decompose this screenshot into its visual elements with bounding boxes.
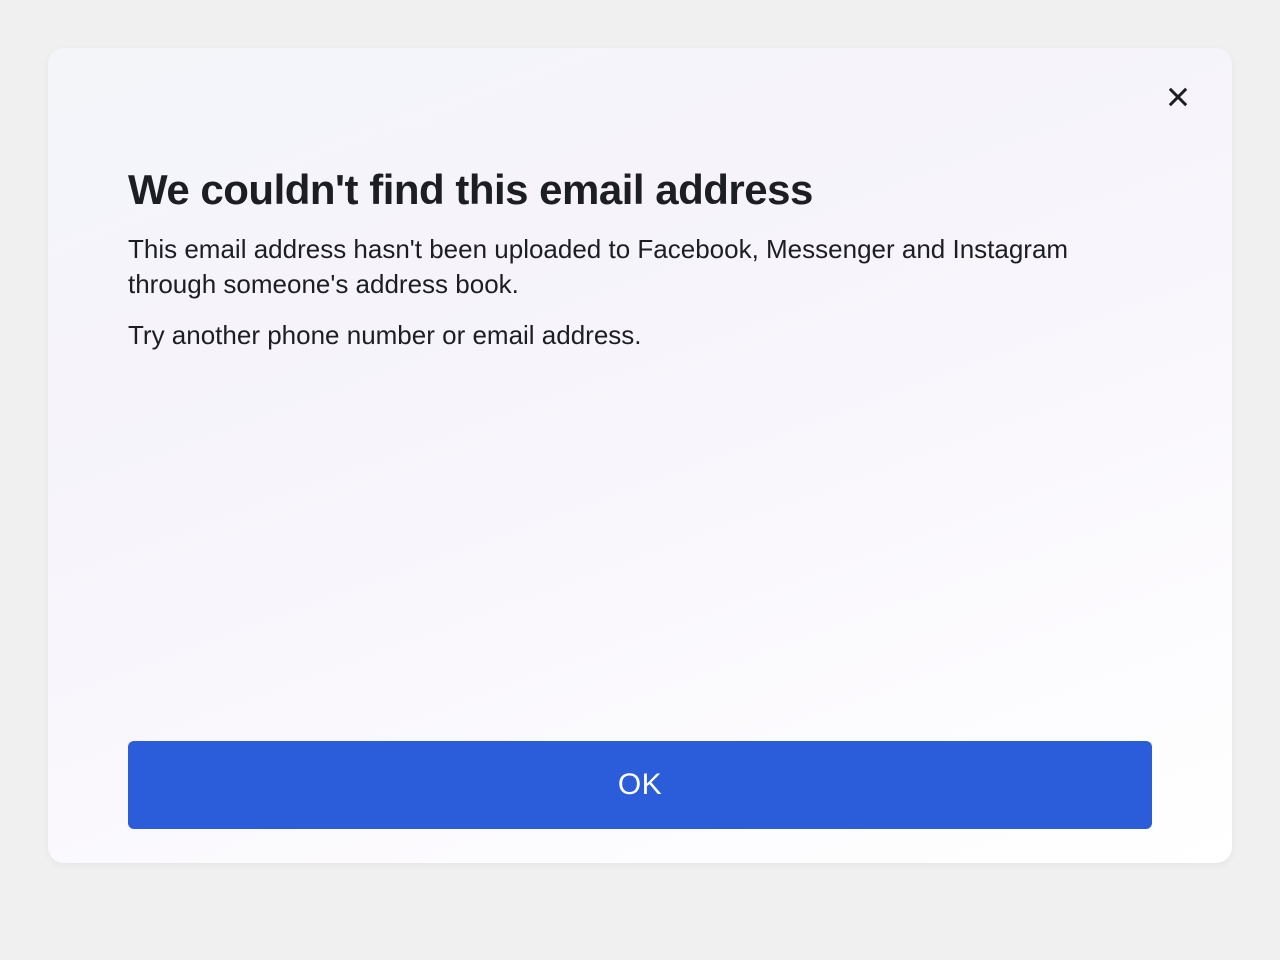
error-dialog: We couldn't find this email address This… <box>48 48 1232 863</box>
dialog-content: We couldn't find this email address This… <box>128 128 1152 741</box>
ok-button[interactable]: OK <box>128 741 1152 829</box>
dialog-title: We couldn't find this email address <box>128 166 1152 214</box>
close-button[interactable] <box>1156 76 1200 120</box>
close-icon <box>1164 83 1192 114</box>
dialog-message-primary: This email address hasn't been uploaded … <box>128 232 1152 302</box>
dialog-message-secondary: Try another phone number or email addres… <box>128 318 1152 353</box>
